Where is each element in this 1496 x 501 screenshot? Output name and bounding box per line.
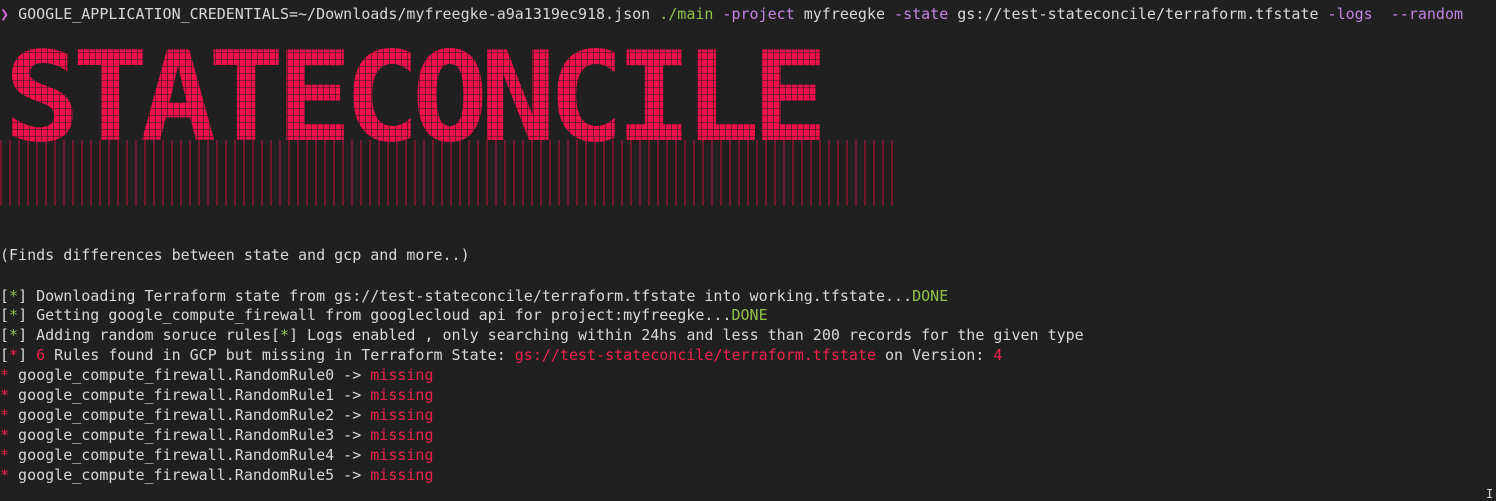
missing-item: * google_compute_firewall.RandomRule2 ->… <box>0 405 433 425</box>
star-icon: * <box>0 406 10 424</box>
terminal-window[interactable]: ❯ GOOGLE_APPLICATION_CREDENTIALS=~/Downl… <box>0 0 1496 501</box>
download-text: Downloading Terraform state from gs://te… <box>27 287 913 305</box>
missing-status: missing <box>370 386 434 404</box>
star-icon: * <box>0 466 10 484</box>
resource-name: google_compute_firewall.RandomRule0 -> <box>9 366 371 384</box>
output-line-random: [*] Adding random soruce rules[*] Logs e… <box>0 325 1084 345</box>
logs-enabled-text: Logs enabled , only searching within 24h… <box>298 326 1084 344</box>
missing-item: * google_compute_firewall.RandomRule4 ->… <box>0 445 433 465</box>
getting-text: Getting google_compute_firewall from goo… <box>27 306 732 324</box>
tagline: (Finds differences between state and gcp… <box>0 246 470 264</box>
value-state: gs://test-stateconcile/terraform.tfstate <box>957 5 1319 23</box>
missing-item: * google_compute_firewall.RandomRule5 ->… <box>0 465 433 485</box>
output-line-download: [*] Downloading Terraform state from gs:… <box>0 286 948 306</box>
version-value: 4 <box>993 346 1003 364</box>
missing-item: * google_compute_firewall.RandomRule0 ->… <box>0 365 433 385</box>
bracket-close: ] <box>18 287 28 305</box>
missing-status: missing <box>370 366 434 384</box>
bracket-close: ] <box>18 326 28 344</box>
value-project: myfreegke <box>803 5 886 23</box>
env-assignment: GOOGLE_APPLICATION_CREDENTIALS=~/Downloa… <box>18 5 651 23</box>
resource-name: google_compute_firewall.RandomRule4 -> <box>9 446 371 464</box>
executable: ./main <box>659 5 714 23</box>
random-rules-text: Adding random soruce rules <box>27 326 271 344</box>
star-icon: * <box>0 446 10 464</box>
bracket-close: ] <box>289 326 299 344</box>
star-icon: * <box>0 386 10 404</box>
star-icon: * <box>9 326 19 344</box>
state-path: gs://test-stateconcile/terraform.tfstate <box>514 346 876 364</box>
flag-state: -state <box>894 5 949 23</box>
done-status: DONE <box>912 287 949 305</box>
star-icon: * <box>9 346 19 364</box>
star-icon: * <box>9 287 19 305</box>
flag-logs: -logs <box>1327 5 1373 23</box>
missing-status: missing <box>370 406 434 424</box>
ascii-banner: STATECONCILE <box>0 46 900 206</box>
resource-name: google_compute_firewall.RandomRule5 -> <box>9 466 371 484</box>
flag-project: -project <box>722 5 795 23</box>
missing-status: missing <box>370 426 434 444</box>
missing-status: missing <box>370 446 434 464</box>
missing-status: missing <box>370 466 434 484</box>
version-label: on Version: <box>876 346 994 364</box>
resource-name: google_compute_firewall.RandomRule1 -> <box>9 386 371 404</box>
banner-text: STATECONCILE <box>4 46 828 170</box>
bracket-open: [ <box>0 287 10 305</box>
star-icon: * <box>279 326 289 344</box>
bracket-open: [ <box>0 326 10 344</box>
bracket-open: [ <box>0 346 10 364</box>
star-icon: * <box>0 426 10 444</box>
star-icon: * <box>9 306 19 324</box>
command-line: ❯ GOOGLE_APPLICATION_CREDENTIALS=~/Downl… <box>0 4 1463 24</box>
output-line-summary: [*] 6 Rules found in GCP but missing in … <box>0 345 1002 365</box>
flag-random: --random <box>1390 5 1464 23</box>
prompt-symbol: ❯ <box>0 5 10 23</box>
missing-count: 6 <box>36 346 46 364</box>
bracket-open: [ <box>270 326 280 344</box>
bracket-open: [ <box>0 306 10 324</box>
missing-item: * google_compute_firewall.RandomRule3 ->… <box>0 425 433 445</box>
text-cursor-icon: I <box>1486 487 1494 501</box>
bracket-close: ] <box>18 306 28 324</box>
star-icon: * <box>0 366 10 384</box>
done-status: DONE <box>731 306 768 324</box>
bracket-close: ] <box>18 346 28 364</box>
output-line-getting: [*] Getting google_compute_firewall from… <box>0 305 768 325</box>
resource-name: google_compute_firewall.RandomRule3 -> <box>9 426 371 444</box>
summary-text: Rules found in GCP but missing in Terraf… <box>45 346 515 364</box>
resource-name: google_compute_firewall.RandomRule2 -> <box>9 406 371 424</box>
missing-item: * google_compute_firewall.RandomRule1 ->… <box>0 385 433 405</box>
